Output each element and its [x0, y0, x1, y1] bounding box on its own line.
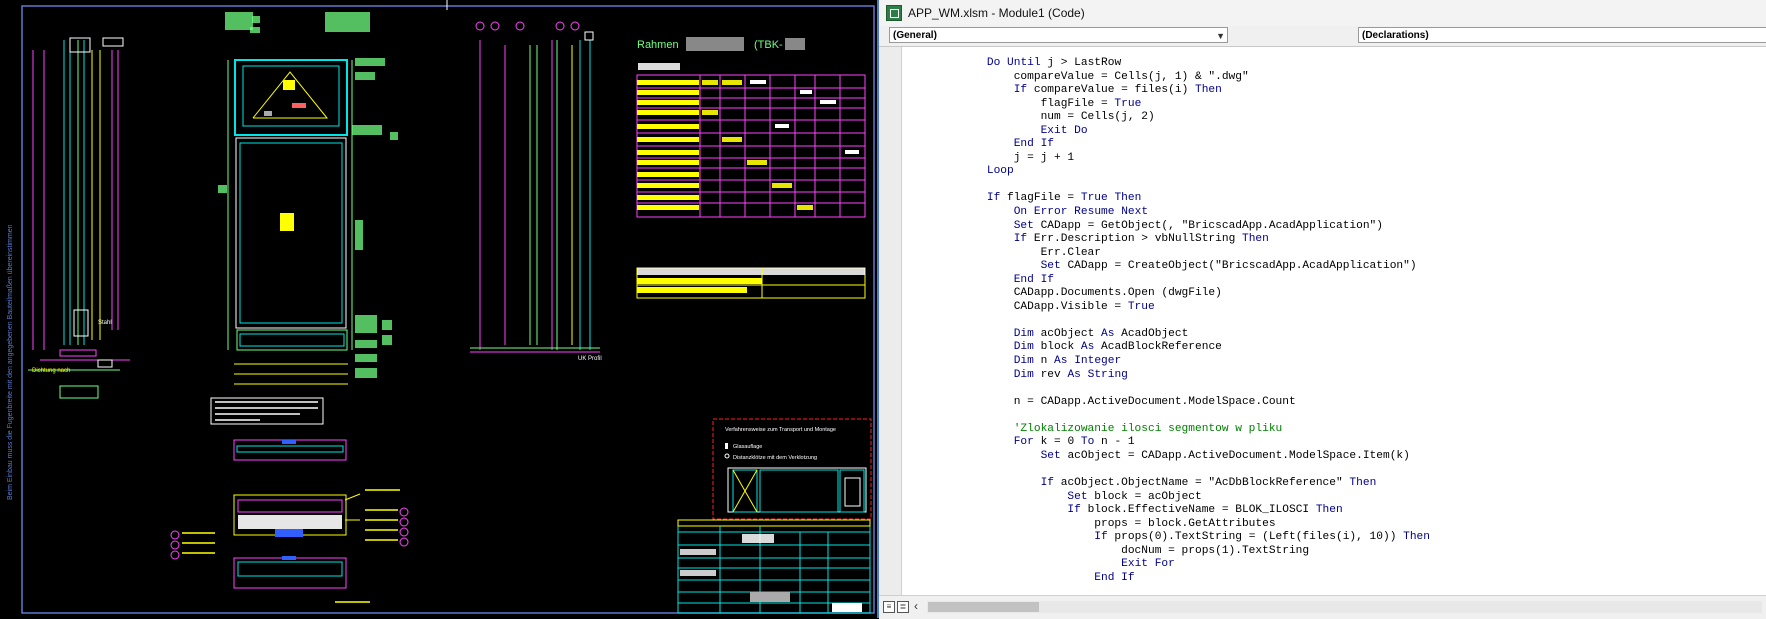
vba-editor-window[interactable]: APP_WM.xlsm - Module1 (Code) (General) ▼… [877, 0, 1766, 619]
code-line[interactable]: Set block = acObject [960, 491, 1766, 505]
code-window-statusbar: ≡ ≣ ‹ [879, 595, 1766, 619]
legend-item-1: Glasauflage [733, 444, 762, 450]
code-line[interactable]: compareValue = Cells(j, 1) & ".dwg" [960, 71, 1766, 85]
scroll-left-icon[interactable]: ‹ [914, 599, 918, 613]
code-line[interactable]: On Error Resume Next [960, 206, 1766, 220]
profile-label-right: UK Profil [578, 356, 602, 362]
legend-detail [727, 467, 867, 513]
code-line[interactable]: If compareValue = files(i) Then [960, 84, 1766, 98]
code-selectors-bar: (General) ▼ (Declarations) [879, 26, 1766, 47]
code-text[interactable]: Do Until j > LastRow compareValue = Cell… [902, 47, 1766, 585]
code-line[interactable]: If flagFile = True Then [960, 192, 1766, 206]
code-line[interactable] [960, 179, 1766, 193]
code-line[interactable]: Dim n As Integer [960, 355, 1766, 369]
chevron-down-icon[interactable]: ▼ [1216, 28, 1225, 44]
window-title: APP_WM.xlsm - Module1 (Code) [908, 6, 1085, 20]
code-line[interactable]: props = block.GetAttributes [960, 518, 1766, 532]
cad-title: Rahmen [637, 39, 679, 51]
code-line[interactable]: Exit Do [960, 125, 1766, 139]
side-text-strip: Beim Einbau muss die Fugenbreite mit den… [2, 130, 20, 530]
code-line[interactable]: j = j + 1 [960, 152, 1766, 166]
section-details [233, 439, 361, 589]
code-line[interactable]: End If [960, 572, 1766, 586]
code-line[interactable]: num = Cells(j, 2) [960, 111, 1766, 125]
side-elevation [470, 21, 600, 353]
code-line[interactable]: CADapp.Documents.Open (dwgFile) [960, 287, 1766, 301]
legend-item-2: Distanzklötze mit dem Verklotzung [733, 455, 817, 461]
code-line[interactable]: Err.Clear [960, 247, 1766, 261]
code-editor[interactable]: Do Until j > LastRow compareValue = Cell… [902, 47, 1766, 595]
procedure-combobox[interactable]: (Declarations) [1358, 27, 1766, 43]
margin-indicator-bar[interactable] [879, 47, 902, 595]
code-line[interactable]: Exit For [960, 558, 1766, 572]
legend-box [712, 418, 872, 520]
scrollbar-thumb[interactable] [928, 602, 1039, 612]
left-section-profile [28, 37, 130, 371]
profile-label-left: Stahl [98, 320, 112, 326]
cad-drawing-view[interactable]: Beim Einbau muss die Fugenbreite mit den… [0, 0, 877, 618]
object-combobox-value: (General) [893, 30, 937, 41]
note-left: Dichtung nach [32, 368, 70, 374]
code-line[interactable]: CADapp.Visible = True [960, 301, 1766, 315]
cad-drawing-canvas[interactable]: Beim Einbau muss die Fugenbreite mit den… [0, 0, 877, 618]
title-block [677, 519, 871, 614]
code-line[interactable]: Dim acObject As AcadObject [960, 328, 1766, 342]
code-line[interactable]: If Err.Description > vbNullString Then [960, 233, 1766, 247]
code-line[interactable]: flagFile = True [960, 98, 1766, 112]
code-line[interactable]: If acObject.ObjectName = "AcDbBlockRefer… [960, 477, 1766, 491]
code-line[interactable] [960, 463, 1766, 477]
cad-title-code: (TBK- [754, 39, 783, 51]
legend-title: Verfahrensweise zum Transport und Montag… [725, 427, 836, 433]
code-line[interactable] [960, 409, 1766, 423]
code-line[interactable]: If props(0).TextString = (Left(files(i),… [960, 531, 1766, 545]
elevation-labels [218, 16, 398, 378]
cad-side-text: Beim Einbau muss die Fugenbreite mit den… [7, 224, 14, 500]
code-line[interactable]: For k = 0 To n - 1 [960, 436, 1766, 450]
code-line[interactable]: Set CADapp = CreateObject("BricscadApp.A… [960, 260, 1766, 274]
code-line[interactable]: End If [960, 138, 1766, 152]
summary-table [636, 267, 866, 299]
code-line[interactable]: Set CADapp = GetObject(, "BricscadApp.Ac… [960, 220, 1766, 234]
code-line[interactable]: 'Zlokalizowanie ilosci segmentow w pliku [960, 423, 1766, 437]
code-line[interactable]: If block.EffectiveName = BLOK_ILOSCI The… [960, 504, 1766, 518]
code-line[interactable]: Set acObject = CADapp.ActiveDocument.Mod… [960, 450, 1766, 464]
code-line[interactable]: Dim block As AcadBlockReference [960, 341, 1766, 355]
excel-app-icon [886, 5, 902, 21]
procedure-view-icon[interactable]: ≡ [883, 601, 895, 613]
code-line[interactable]: Loop [960, 165, 1766, 179]
code-line[interactable]: Do Until j > LastRow [960, 57, 1766, 71]
front-elevation [225, 12, 370, 385]
schedule-table [636, 74, 866, 218]
code-line[interactable] [960, 314, 1766, 328]
horizontal-scrollbar[interactable] [927, 601, 1762, 613]
code-window-titlebar[interactable]: APP_WM.xlsm - Module1 (Code) [879, 0, 1766, 27]
code-line[interactable]: End If [960, 274, 1766, 288]
code-line[interactable]: Dim rev As String [960, 369, 1766, 383]
object-combobox[interactable]: (General) ▼ [889, 27, 1228, 43]
procedure-combobox-value: (Declarations) [1362, 30, 1429, 41]
code-line[interactable]: n = CADapp.ActiveDocument.ModelSpace.Cou… [960, 396, 1766, 410]
code-line[interactable]: docNum = props(1).TextString [960, 545, 1766, 559]
drawing-frame [21, 5, 875, 614]
code-line[interactable] [960, 382, 1766, 396]
full-module-view-icon[interactable]: ≣ [897, 601, 909, 613]
